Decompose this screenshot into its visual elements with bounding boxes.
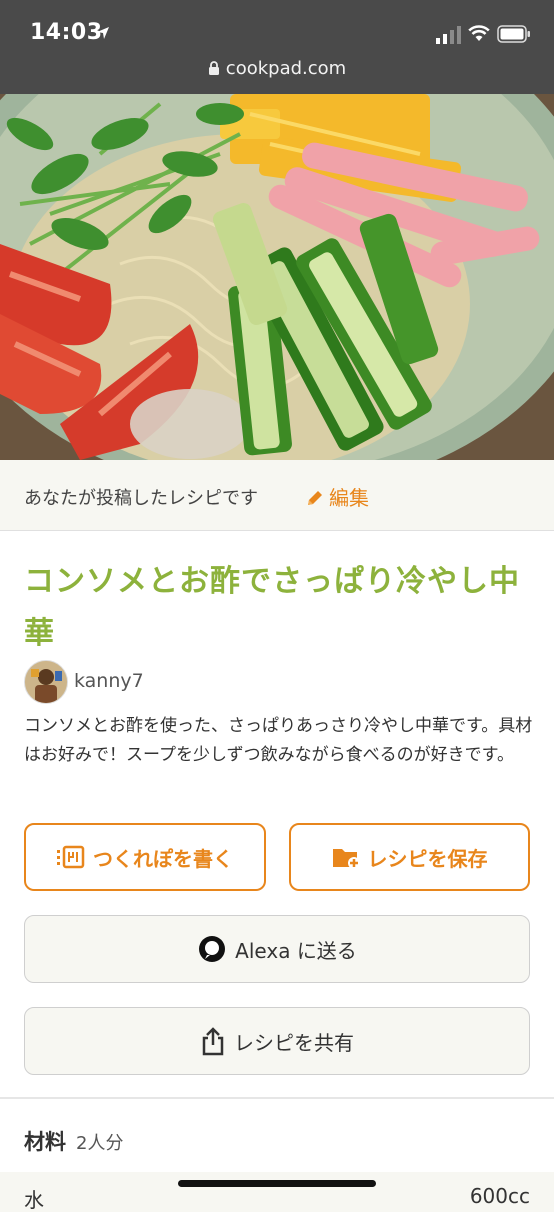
edit-label: 編集 (329, 486, 369, 510)
battery-icon (497, 25, 530, 43)
recipe-description: コンソメとお酢を使った、さっぱりあっさり冷やし中華です。具材はお好みで！スープを… (24, 716, 533, 765)
ingredients-title: 材料 (24, 1130, 66, 1154)
url-text: cookpad.com (225, 58, 347, 79)
share-icon (202, 1027, 224, 1056)
section-divider (0, 1097, 554, 1099)
send-to-alexa-label: Alexa に送る (235, 938, 357, 963)
share-recipe-button[interactable]: レシピを共有 (24, 1007, 530, 1075)
owner-banner: あなたが投稿したレシピです 編集 (0, 460, 554, 531)
lock-icon (208, 61, 219, 75)
status-time: 14:03 (30, 20, 103, 45)
tsukurepo-icon (57, 845, 85, 869)
folder-add-icon (332, 849, 360, 869)
wifi-icon (468, 25, 490, 41)
home-indicator[interactable] (178, 1180, 376, 1187)
signal-icon (436, 26, 461, 44)
alexa-icon (199, 936, 226, 962)
servings: 2人分 (76, 1133, 124, 1154)
url-bar[interactable]: cookpad.com (0, 58, 554, 79)
save-recipe-button[interactable]: レシピを保存 (289, 823, 530, 891)
pencil-icon (308, 491, 322, 505)
author-name[interactable]: kanny7 (74, 670, 144, 692)
owner-notice: あなたが投稿したレシピです (24, 488, 258, 509)
ingredient-row: 水 600cc (0, 1172, 554, 1212)
ingredient-name: 水 (24, 1188, 44, 1212)
write-tsukurepo-button[interactable]: つくれぽを書く (24, 823, 266, 891)
location-arrow-icon (97, 27, 109, 39)
send-to-alexa-button[interactable]: Alexa に送る (24, 915, 530, 983)
ingredient-quantity: 600cc (469, 1184, 530, 1208)
edit-link[interactable]: 編集 (305, 482, 369, 511)
save-recipe-label: レシピを保存 (367, 846, 488, 871)
avatar-image (25, 661, 67, 703)
ingredients-header: 材料 2人分 (24, 1126, 123, 1156)
recipe-title: コンソメとお酢でさっぱり冷やし中華 (24, 564, 520, 651)
share-recipe-label: レシピを共有 (234, 1030, 354, 1055)
recipe-photo[interactable] (0, 94, 554, 460)
status-bar: 14:03 cookpad.com (0, 0, 554, 94)
write-tsukurepo-label: つくれぽを書く (93, 846, 233, 871)
recipe-photo-illustration (0, 94, 554, 460)
avatar[interactable] (24, 660, 68, 704)
